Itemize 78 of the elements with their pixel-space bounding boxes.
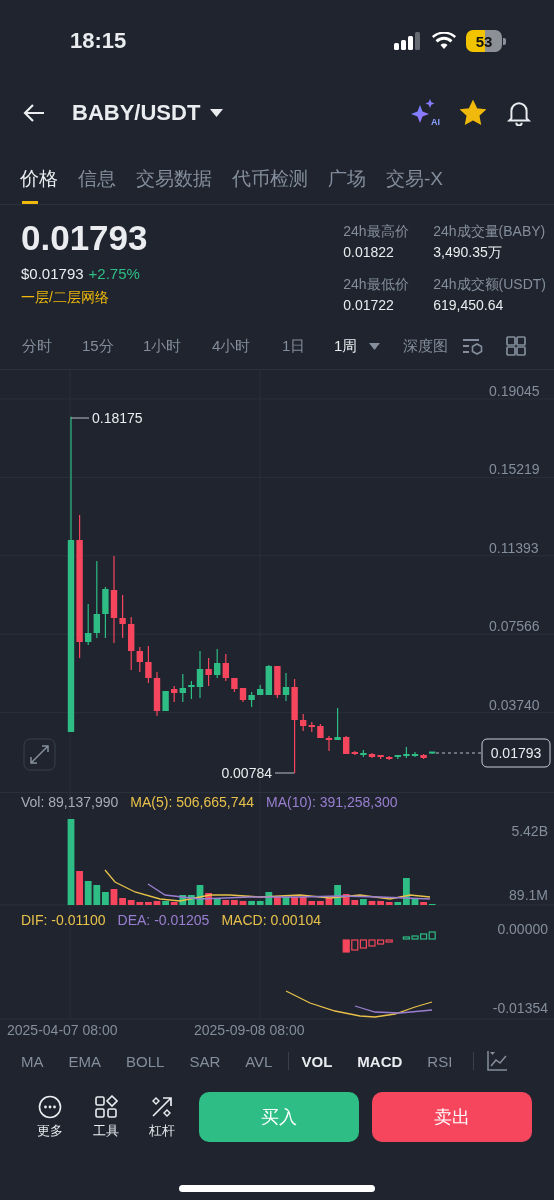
- interval-tab[interactable]: 1小时: [143, 336, 212, 356]
- chart-settings-icon[interactable]: [462, 336, 484, 356]
- tab[interactable]: 价格: [20, 160, 58, 204]
- buy-button[interactable]: 买入: [199, 1092, 359, 1142]
- axis-label: 0.19045: [489, 383, 540, 399]
- tab[interactable]: 代币检测: [232, 160, 308, 204]
- fiat-price: $0.01793: [21, 265, 84, 282]
- last-price: 0.01793: [21, 217, 149, 259]
- wifi-icon: [432, 32, 456, 50]
- legend-value: DEA: -0.01205: [117, 912, 210, 928]
- star-icon[interactable]: [460, 100, 486, 126]
- interval-tab[interactable]: 1周: [334, 336, 403, 356]
- indicator-tab[interactable]: RSI: [427, 1052, 453, 1070]
- diagonal-arrow-icon: [150, 1094, 174, 1119]
- axis-label: 89.1M: [509, 887, 548, 903]
- tab[interactable]: 交易-X: [386, 160, 443, 204]
- legend-value: Vol: 89,137,990: [21, 794, 119, 810]
- date-label: 2025-09-08 08:00: [194, 1022, 305, 1038]
- leverage-button[interactable]: 杠杆: [145, 1094, 179, 1140]
- interval-tab[interactable]: 分时: [22, 336, 82, 356]
- stat-label: 24h成交额(USDT): [433, 276, 546, 294]
- price-line: [435, 752, 482, 754]
- pair-selector[interactable]: BABY/USDT: [72, 100, 224, 126]
- fullscreen-icon[interactable]: [23, 738, 56, 771]
- grid-layout-icon[interactable]: [506, 336, 526, 356]
- shapes-icon: [94, 1094, 118, 1119]
- tab[interactable]: 交易数据: [136, 160, 212, 204]
- candle: [429, 751, 436, 755]
- legend-value: MACD: 0.00104: [221, 912, 321, 928]
- axis-label: 0.11393: [489, 539, 539, 556]
- axis-label: 0.00000: [497, 921, 548, 937]
- high-price-label: 0.18175: [92, 410, 143, 426]
- interval-tab[interactable]: 1日: [282, 336, 334, 356]
- axis-label: 0.03740: [489, 696, 540, 713]
- indicator-settings-icon[interactable]: [486, 1050, 509, 1072]
- tab[interactable]: 广场: [328, 160, 366, 204]
- interval-tab[interactable]: 15分: [82, 336, 143, 356]
- axis-label: 0.15219: [489, 461, 540, 478]
- leader-line: [274, 772, 295, 774]
- back-arrow-icon[interactable]: [22, 103, 46, 123]
- stat-value: 619,450.64: [433, 297, 505, 313]
- low-price-label: 0.00784: [221, 765, 272, 781]
- caret-icon: [210, 109, 224, 117]
- network-tag[interactable]: 一层/二层网络: [21, 289, 344, 307]
- axis-label: 0.07566: [489, 618, 540, 635]
- stat-value: 3,490.35万: [433, 244, 503, 262]
- indicator-tab[interactable]: MA: [21, 1052, 44, 1070]
- bell-icon[interactable]: [506, 100, 532, 126]
- legend-value: MA(10): 391,258,300: [266, 794, 398, 810]
- depth-chart-tab[interactable]: 深度图: [403, 336, 448, 356]
- indicator-tab[interactable]: AVL: [245, 1052, 273, 1070]
- indicator-tab[interactable]: SAR: [189, 1052, 221, 1070]
- stat-label: 24h最高价: [343, 223, 410, 241]
- current-price-tag: 0.01793: [481, 738, 551, 768]
- caret-icon: [369, 342, 381, 350]
- axis-label: 5.42B: [511, 823, 548, 839]
- more-button[interactable]: 更多: [33, 1094, 67, 1140]
- signal-icon: [394, 32, 422, 50]
- indicator-tab[interactable]: BOLL: [126, 1052, 165, 1070]
- legend-value: DIF: -0.01100: [21, 912, 106, 928]
- more-icon: [38, 1094, 62, 1119]
- tab[interactable]: 信息: [78, 160, 116, 204]
- price-change: +2.75%: [88, 265, 140, 282]
- indicator-tab[interactable]: MACD: [357, 1052, 403, 1070]
- interval-tab[interactable]: 4小时: [212, 336, 282, 356]
- axis-label: -0.01354: [492, 1000, 548, 1016]
- indicator-tab[interactable]: VOL: [301, 1052, 333, 1070]
- legend-value: MA(5): 506,665,744: [130, 794, 255, 810]
- clock-time: 18:15: [70, 28, 128, 54]
- stat-label: 24h最低价: [343, 276, 410, 294]
- date-label: 2025-04-07 08:00: [7, 1022, 118, 1038]
- stat-value: 0.01822: [343, 244, 395, 260]
- stat-label: 24h成交量(BABY): [433, 223, 546, 241]
- stat-value: 0.01722: [343, 297, 395, 313]
- tools-button[interactable]: 工具: [89, 1094, 123, 1140]
- indicator-tab[interactable]: EMA: [68, 1052, 101, 1070]
- leader-line: [70, 417, 90, 419]
- sell-button[interactable]: 卖出: [372, 1092, 532, 1142]
